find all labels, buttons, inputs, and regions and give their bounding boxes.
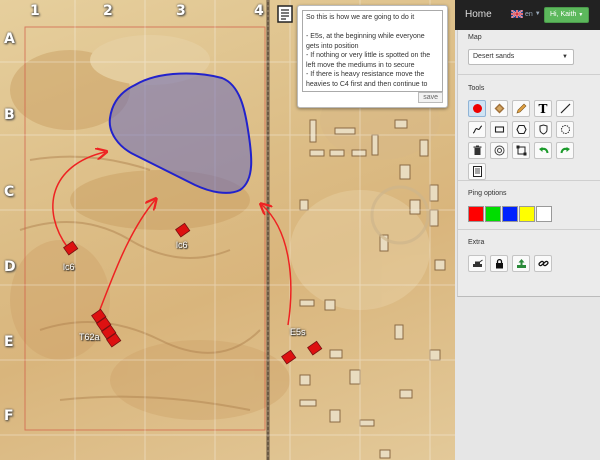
note-line: gets into position [306,42,359,50]
line-tool[interactable] [556,100,574,117]
upload-button[interactable] [512,255,530,272]
target-tool[interactable] [490,142,508,159]
unit-label-east: E5s [290,327,306,337]
tank-stamp-icon [494,103,504,114]
tanks-icon [472,259,483,267]
undo-tool[interactable] [534,142,552,159]
tools-section-title: Tools [468,85,485,92]
divider [458,74,600,75]
note-line: left move the mediums in to secure [306,61,415,69]
note-line [306,23,439,33]
grid-row-label: F [4,408,14,424]
trash-icon [473,145,481,155]
select-box-icon [516,145,526,156]
target-icon [494,145,504,156]
ping-color-red[interactable] [468,206,484,222]
rectangle-tool[interactable] [490,121,508,138]
tanks-button[interactable] [468,255,486,272]
tools-panel: Map Desert sands ▼ Tools T Ping options … [457,30,600,297]
grid-row-label: B [4,107,15,123]
note-popup: So this is how we are going to do it - E… [297,5,448,108]
map-canvas[interactable]: 1 2 3 4 A B C D E F lc6 lc6 T62a E5s So … [0,0,455,460]
notes-icon [472,166,482,177]
curve-tool[interactable] [468,121,486,138]
unit-label-south: T62a [79,332,100,342]
route-arrow-east [262,205,292,326]
user-greeting: Hi, Kaith [550,11,577,18]
note-line: heavies to C4 first and then continue to [306,80,428,88]
redo-icon [560,147,570,154]
grid-col-label: 4 [254,3,264,19]
circle-dashed-icon [560,125,570,134]
line-icon [560,103,570,114]
caret-down-icon: ▼ [578,12,584,18]
note-line: - If nothing or very little is spotted o… [306,52,431,59]
divider [458,180,600,181]
redo-tool[interactable] [556,142,574,159]
divider [458,229,600,230]
language-selector[interactable]: en ▼ [511,10,541,18]
home-link[interactable]: Home [465,9,492,20]
shield-icon [539,124,547,135]
note-line: - E5s, at the beginning while everyone [306,33,425,40]
ping-color-yellow[interactable] [519,206,535,222]
extra-section-title: Extra [468,239,485,246]
upload-icon [516,259,526,268]
ping-color-green[interactable] [485,206,501,222]
text-icon: T [538,101,548,116]
hexagon-icon [515,124,527,135]
ping-color-white[interactable] [536,206,552,222]
undo-icon [538,147,548,154]
curve-icon [472,125,482,134]
note-textarea[interactable]: So this is how we are going to do it - E… [302,10,443,92]
link-icon [537,260,549,267]
grid-row-label: C [4,184,15,200]
lock-button[interactable] [490,255,508,272]
chevron-down-icon: ▼ [534,11,541,17]
hexagon-tool[interactable] [512,121,530,138]
ping-dot-icon [472,104,482,113]
map-select-dropdown[interactable]: Desert sands ▼ [468,49,574,65]
circle-tool[interactable] [556,121,574,138]
link-button[interactable] [534,255,552,272]
trash-tool[interactable] [468,142,486,159]
grid-col-label: 1 [30,3,40,19]
caret-down-icon: ▼ [562,54,568,60]
select-box-tool[interactable] [512,142,530,159]
note-save-button[interactable]: save [418,92,443,103]
shield-tool[interactable] [534,121,552,138]
grid-col-label: 2 [103,3,113,19]
user-menu-button[interactable]: Hi, Kaith ▼ [544,7,590,23]
ping-dot-tool[interactable] [468,100,486,117]
unit-label-left: lc6 [63,262,75,272]
map-section-title: Map [468,34,482,41]
ping-options-title: Ping options [468,190,507,197]
rectangle-icon [494,126,504,133]
pencil-tool[interactable] [512,100,530,117]
uk-flag-icon [511,10,523,18]
ping-color-row [468,206,552,222]
ping-color-blue[interactable] [502,206,518,222]
text-tool[interactable]: T [534,100,552,117]
note-line: So this is how we are going to do it [306,14,415,21]
lock-icon [495,258,503,269]
extra-tool-row [468,255,552,272]
grid-col-label: 3 [176,3,186,19]
notes-tool[interactable] [468,163,486,180]
map-select-value: Desert sands [473,53,515,60]
grid-row-label: D [4,259,16,275]
grid-row-label: E [4,334,14,350]
tank-stamp-tool[interactable] [490,100,508,117]
note-toggle-icon[interactable] [277,5,293,23]
language-code: en [525,10,533,18]
tool-grid: T [468,100,574,180]
note-line: - If there is heavy resistance move the [306,71,425,78]
pencil-icon [516,103,526,114]
unit-label-middle: lc6 [176,240,188,250]
grid-row-label: A [4,31,15,47]
